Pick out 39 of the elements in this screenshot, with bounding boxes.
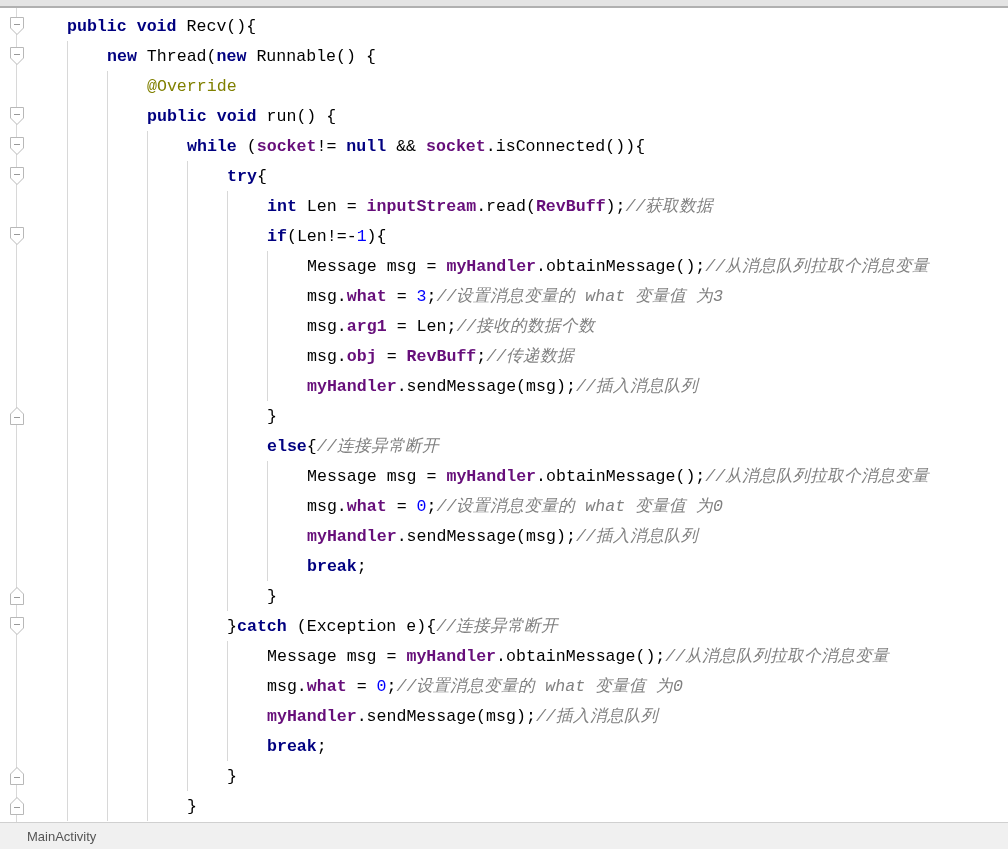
fold-icon[interactable] xyxy=(10,17,24,35)
fold-icon[interactable] xyxy=(10,587,24,605)
code-line: else{//连接异常断开 xyxy=(267,436,439,457)
code-line: } xyxy=(267,406,277,426)
fold-icon[interactable] xyxy=(10,47,24,65)
code-line: Message msg = myHandler.obtainMessage();//从消息队列拉取个消息变量 xyxy=(267,646,890,667)
code-line: myHandler.sendMessage(msg);//插入消息队列 xyxy=(267,706,658,727)
code-line: @Override xyxy=(147,76,237,96)
fold-icon[interactable] xyxy=(10,767,24,785)
code-line: msg.arg1 = Len;//接收的数据个数 xyxy=(307,316,596,337)
code-line: myHandler.sendMessage(msg);//插入消息队列 xyxy=(307,526,698,547)
code-line: myHandler.sendMessage(msg);//插入消息队列 xyxy=(307,376,698,397)
code-line: while (socket!= null && socket.isConnected()){ xyxy=(187,136,646,156)
code-line: } xyxy=(187,796,197,816)
fold-icon[interactable] xyxy=(10,407,24,425)
breadcrumb[interactable]: MainActivity xyxy=(27,828,97,844)
code-line: msg.obj = RevBuff;//传递数据 xyxy=(307,346,575,367)
code-line: } xyxy=(227,766,237,786)
code-line: break; xyxy=(267,736,327,756)
code-line: Message msg = myHandler.obtainMessage();//从消息队列拉取个消息变量 xyxy=(307,466,930,487)
fold-icon[interactable] xyxy=(10,137,24,155)
code-line: } xyxy=(267,586,277,606)
code-line: break; xyxy=(307,556,367,576)
fold-icon[interactable] xyxy=(10,167,24,185)
code-line: try{ xyxy=(227,166,267,186)
code-line: msg.what = 3;//设置消息变量的 what 变量值 为3 xyxy=(307,286,724,307)
code-line: public void run() { xyxy=(147,106,337,126)
code-line: int Len = inputStream.read(RevBuff);//获取数据 xyxy=(267,196,714,217)
fold-icon[interactable] xyxy=(10,797,24,815)
code-line: public void Recv(){ xyxy=(67,16,257,36)
code-line: new Thread(new Runnable() { xyxy=(107,46,376,66)
fold-icon[interactable] xyxy=(10,107,24,125)
code-line: if(Len!=-1){ xyxy=(267,226,387,246)
code-line: }catch (Exception e){//连接异常断开 xyxy=(227,616,559,637)
code-line: Message msg = myHandler.obtainMessage();//从消息队列拉取个消息变量 xyxy=(307,256,930,277)
fold-icon[interactable] xyxy=(10,617,24,635)
code-line: msg.what = 0;//设置消息变量的 what 变量值 为0 xyxy=(267,676,684,697)
code-line: msg.what = 0;//设置消息变量的 what 变量值 为0 xyxy=(307,496,724,517)
fold-icon[interactable] xyxy=(10,227,24,245)
